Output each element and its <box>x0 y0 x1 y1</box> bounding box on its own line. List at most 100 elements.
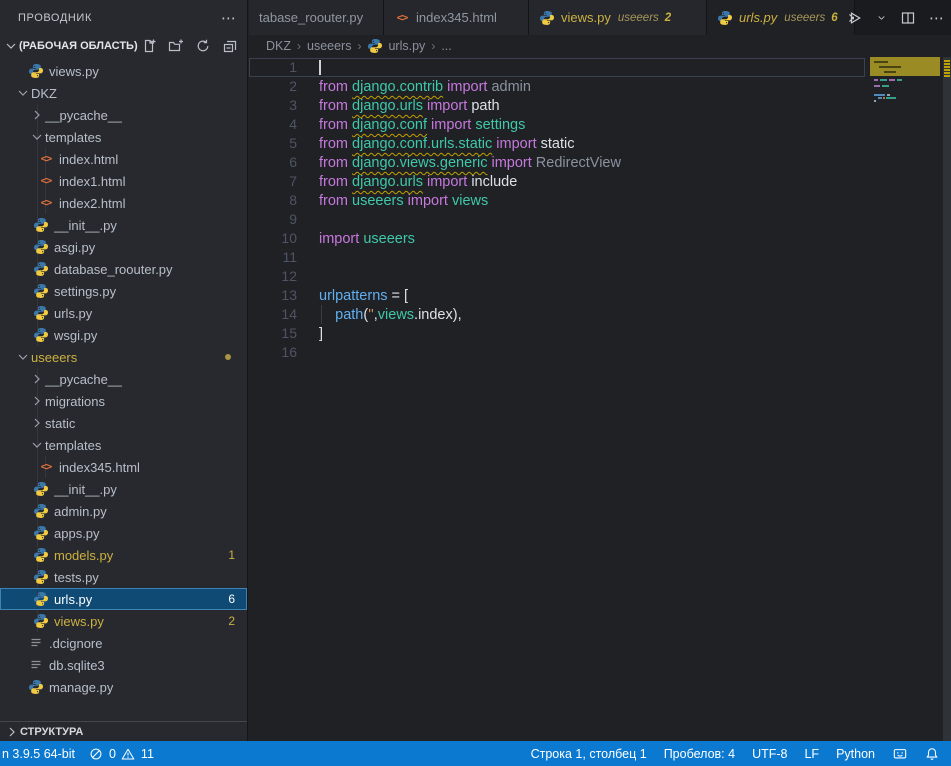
code-line-14[interactable]: 14 path('',views.index), <box>249 305 865 324</box>
code-line-11[interactable]: 11 <box>249 248 865 267</box>
tree-folder-useeers[interactable]: useeers <box>0 346 247 368</box>
encoding-status[interactable]: UTF-8 <box>752 747 787 761</box>
language-mode-status[interactable]: Python <box>836 747 875 761</box>
outline-section-header[interactable]: СТРУКТУРА <box>0 721 247 741</box>
tree-item-index1.html[interactable]: <>index1.html <box>0 170 247 192</box>
code-token: = [ <box>388 288 409 304</box>
chevron-right-icon <box>29 107 45 123</box>
tree-item-index2.html[interactable]: <>index2.html <box>0 192 247 214</box>
cursor-position-status[interactable]: Строка 1, столбец 1 <box>531 747 647 761</box>
code-line-2[interactable]: 2from django.contrib import admin <box>249 77 865 96</box>
new-file-icon[interactable] <box>140 37 158 55</box>
tree-folder-migrations[interactable]: migrations <box>0 390 247 412</box>
split-editor-button[interactable] <box>900 10 916 26</box>
notifications-bell-icon[interactable] <box>924 746 939 761</box>
tree-item-admin.py[interactable]: admin.py <box>0 500 247 522</box>
tree-folder-templates[interactable]: templates <box>0 126 247 148</box>
tree-item-manage.py[interactable]: manage.py <box>0 676 247 698</box>
code-line-6[interactable]: 6from django.views.generic import Redire… <box>249 153 865 172</box>
tab-label: index345.html <box>416 10 497 25</box>
tree-folder-templates[interactable]: templates <box>0 434 247 456</box>
python-interpreter-status[interactable]: n 3.9.5 64-bit <box>2 747 75 761</box>
run-dropdown-chevron-icon[interactable] <box>876 12 887 23</box>
refresh-icon[interactable] <box>194 37 212 55</box>
tree-item-tests.py[interactable]: tests.py <box>0 566 247 588</box>
code-line-5[interactable]: 5from django.conf.urls.static import sta… <box>249 134 865 153</box>
tree-item-label: wsgi.py <box>54 328 97 343</box>
tree-item-index345.html[interactable]: <>index345.html <box>0 456 247 478</box>
tree-item-database_roouter.py[interactable]: database_roouter.py <box>0 258 247 280</box>
tree-folder-static[interactable]: static <box>0 412 247 434</box>
chevron-down-icon <box>15 85 31 101</box>
editor-more-button[interactable]: ⋯ <box>929 9 945 27</box>
line-number: 7 <box>249 172 297 191</box>
tree-folder-DKZ[interactable]: DKZ <box>0 82 247 104</box>
code-token: from <box>319 98 352 114</box>
tree-item-label: manage.py <box>49 680 113 695</box>
tree-item-apps.py[interactable]: apps.py <box>0 522 247 544</box>
tree-item-models.py[interactable]: models.py1 <box>0 544 247 566</box>
breadcrumb-label: useeers <box>307 39 351 53</box>
breadcrumb-item-DKZ[interactable]: DKZ <box>266 39 291 53</box>
code-line-12[interactable]: 12 <box>249 267 865 286</box>
code-line-15[interactable]: 15] <box>249 324 865 343</box>
python-file-icon <box>367 38 383 54</box>
code-token: RedirectView <box>536 155 621 171</box>
tree-item-settings.py[interactable]: settings.py <box>0 280 247 302</box>
problems-status[interactable]: 0 11 <box>89 746 154 761</box>
line-number: 3 <box>249 96 297 115</box>
tab-tabase_roouter.py[interactable]: tabase_roouter.py <box>249 0 384 35</box>
line-number: 4 <box>249 115 297 134</box>
tree-item-views.py[interactable]: views.py2 <box>0 610 247 632</box>
code-line-13[interactable]: 13urlpatterns = [ <box>249 286 865 305</box>
workspace-actions <box>140 37 239 55</box>
tab-label: tabase_roouter.py <box>259 10 363 25</box>
tree-item-__init__.py[interactable]: __init__.py <box>0 214 247 236</box>
tree-item-db.sqlite3[interactable]: db.sqlite3 <box>0 654 247 676</box>
warning-count: 11 <box>141 747 154 761</box>
code-line-8[interactable]: 8from useeers import views <box>249 191 865 210</box>
tree-folder-__pycache__[interactable]: __pycache__ <box>0 368 247 390</box>
breadcrumb-label: urls.py <box>388 39 425 53</box>
code-line-4[interactable]: 4from django.conf import settings <box>249 115 865 134</box>
tab-views.py[interactable]: views.pyuseeers2 <box>529 0 707 35</box>
modified-dot-icon <box>225 354 231 360</box>
editor-scrollbar[interactable] <box>943 57 951 741</box>
workspace-section-header[interactable]: (РАБОЧАЯ ОБЛАСТЬ) ... <box>0 35 247 57</box>
run-button[interactable] <box>847 10 863 26</box>
tree-item-urls.py[interactable]: urls.py <box>0 302 247 324</box>
minimap[interactable] <box>870 57 943 197</box>
explorer-more-button[interactable]: ⋯ <box>221 9 237 27</box>
tab-urls.py[interactable]: urls.pyuseeers6 <box>707 0 855 35</box>
feedback-icon[interactable] <box>892 746 907 761</box>
indentation-status[interactable]: Пробелов: 4 <box>664 747 735 761</box>
code-line-10[interactable]: 10import useeers <box>249 229 865 248</box>
tab-folder-description: useeers <box>618 12 659 24</box>
code-line-3[interactable]: 3from django.urls import path <box>249 96 865 115</box>
file-icon <box>28 635 44 651</box>
code-line-16[interactable]: 16 <box>249 343 865 362</box>
new-folder-icon[interactable] <box>167 37 185 55</box>
breadcrumb-item-urls.py[interactable]: urls.py <box>367 38 425 54</box>
code-editor[interactable]: 12from django.contrib import admin3from … <box>249 57 951 741</box>
code-line-7[interactable]: 7from django.urls import include <box>249 172 865 191</box>
collapse-all-icon[interactable] <box>221 37 239 55</box>
tree-folder-__pycache__[interactable]: __pycache__ <box>0 104 247 126</box>
tree-item-label: __pycache__ <box>45 108 122 123</box>
tree-item-.dcignore[interactable]: .dcignore <box>0 632 247 654</box>
tab-index345.html[interactable]: <>index345.html <box>384 0 529 35</box>
breadcrumb-item-...[interactable]: ... <box>441 39 451 53</box>
tree-item-views.py[interactable]: views.py <box>0 60 247 82</box>
tree-item-label: templates <box>45 130 101 145</box>
tree-item-index.html[interactable]: <>index.html <box>0 148 247 170</box>
code-line-9[interactable]: 9 <box>249 210 865 229</box>
tree-item-label: models.py <box>54 548 113 563</box>
eol-status[interactable]: LF <box>804 747 819 761</box>
breadcrumb-item-useeers[interactable]: useeers <box>307 39 351 53</box>
tree-item-__init__.py[interactable]: __init__.py <box>0 478 247 500</box>
tree-item-urls.py[interactable]: urls.py6 <box>0 588 247 610</box>
code-line-1[interactable]: 1 <box>249 58 865 77</box>
tree-item-asgi.py[interactable]: asgi.py <box>0 236 247 258</box>
tree-item-wsgi.py[interactable]: wsgi.py <box>0 324 247 346</box>
python-file-icon <box>33 613 49 629</box>
